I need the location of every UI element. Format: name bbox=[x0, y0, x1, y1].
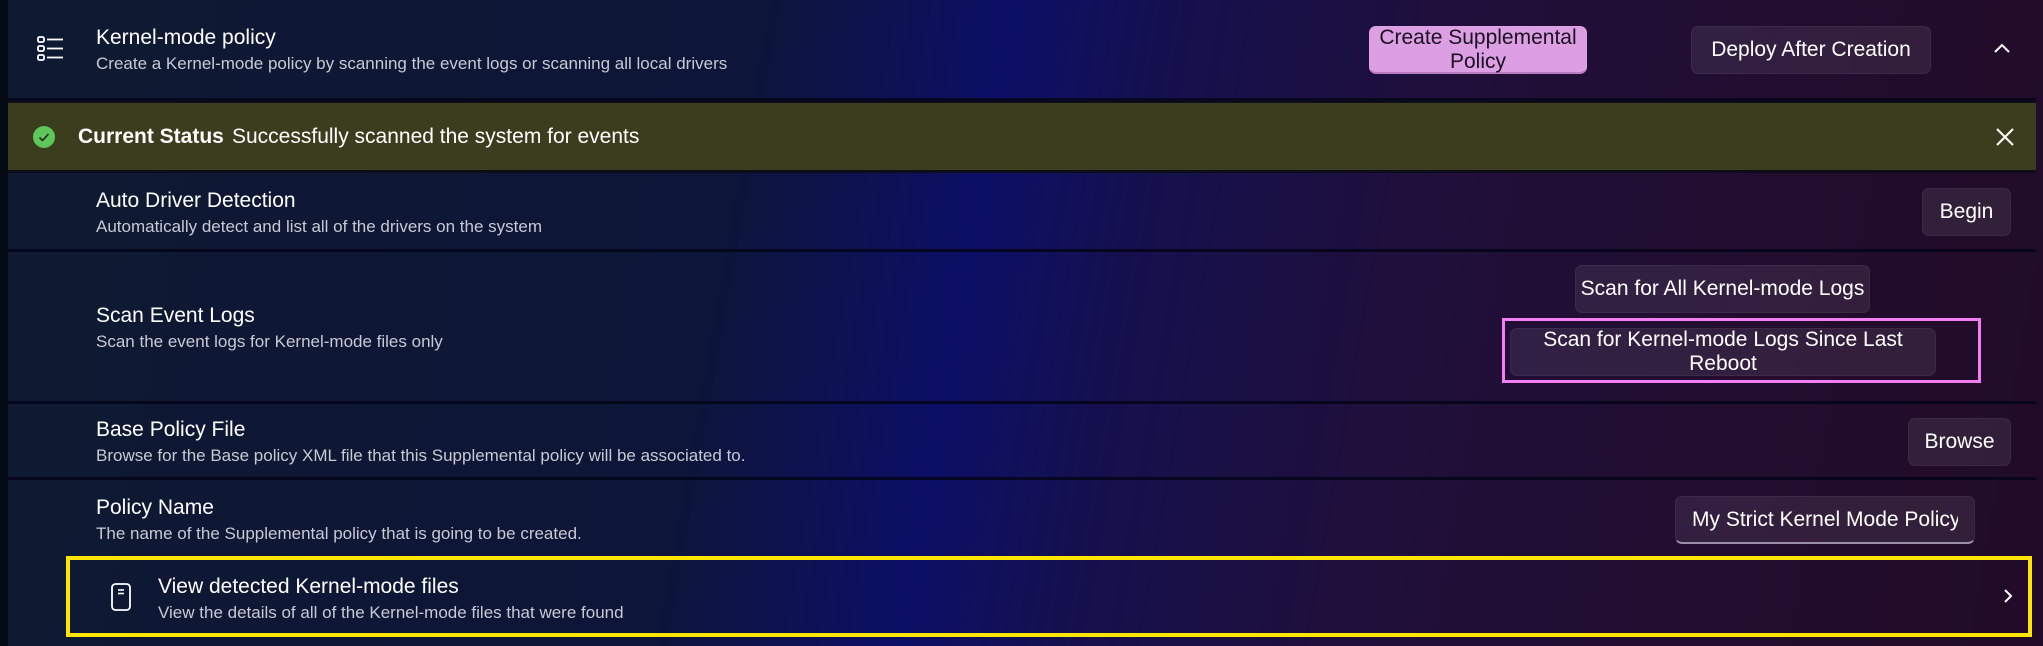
row-title: Policy Name bbox=[96, 496, 214, 519]
card-header[interactable]: Kernel-mode policy Create a Kernel-mode … bbox=[8, 0, 2036, 101]
row-description: Browse for the Base policy XML file that… bbox=[96, 446, 746, 465]
create-supplemental-policy-button[interactable]: Create Supplemental Policy bbox=[1369, 26, 1587, 74]
row-title: Scan Event Logs bbox=[96, 304, 255, 327]
kernel-mode-policy-card: Kernel-mode policy Create a Kernel-mode … bbox=[8, 0, 2036, 636]
status-infobar: Current Status Successfully scanned the … bbox=[8, 101, 2036, 173]
base-policy-file-row: Base Policy File Browse for the Base pol… bbox=[8, 404, 2036, 480]
begin-button[interactable]: Begin bbox=[1922, 188, 2011, 236]
chevron-right-icon bbox=[2000, 586, 2016, 611]
row-title: Base Policy File bbox=[96, 418, 246, 441]
row-title: Auto Driver Detection bbox=[96, 189, 296, 212]
check-circle-icon bbox=[32, 125, 56, 154]
document-icon bbox=[110, 582, 132, 617]
status-label: Current Status bbox=[78, 125, 224, 148]
row-description: Scan the event logs for Kernel-mode file… bbox=[96, 332, 443, 351]
scan-kernel-logs-since-reboot-button[interactable]: Scan for Kernel-mode Logs Since Last Reb… bbox=[1510, 328, 1936, 376]
view-detected-kernel-files-row[interactable]: View detected Kernel-mode files View the… bbox=[78, 560, 2036, 633]
card-title: Kernel-mode policy bbox=[96, 26, 276, 49]
status-message: Successfully scanned the system for even… bbox=[232, 125, 640, 148]
chevron-up-icon[interactable] bbox=[1991, 38, 2013, 65]
card-description: Create a Kernel-mode policy by scanning … bbox=[96, 54, 728, 73]
row-title: View detected Kernel-mode files bbox=[158, 575, 459, 598]
scan-all-kernel-logs-button[interactable]: Scan for All Kernel-mode Logs bbox=[1575, 265, 1870, 313]
list-bullet-icon bbox=[36, 34, 66, 69]
close-icon[interactable] bbox=[1994, 126, 2016, 153]
deploy-after-creation-toggle[interactable]: Deploy After Creation bbox=[1691, 26, 1931, 74]
browse-button[interactable]: Browse bbox=[1908, 418, 2011, 466]
left-edge bbox=[0, 0, 8, 646]
row-description: View the details of all of the Kernel-mo… bbox=[158, 603, 624, 622]
policy-name-input[interactable] bbox=[1675, 496, 1975, 544]
row-description: The name of the Supplemental policy that… bbox=[96, 524, 582, 543]
scan-event-logs-row: Scan Event Logs Scan the event logs for … bbox=[8, 252, 2036, 404]
row-description: Automatically detect and list all of the… bbox=[96, 217, 542, 236]
auto-driver-detection-row: Auto Driver Detection Automatically dete… bbox=[8, 173, 2036, 252]
